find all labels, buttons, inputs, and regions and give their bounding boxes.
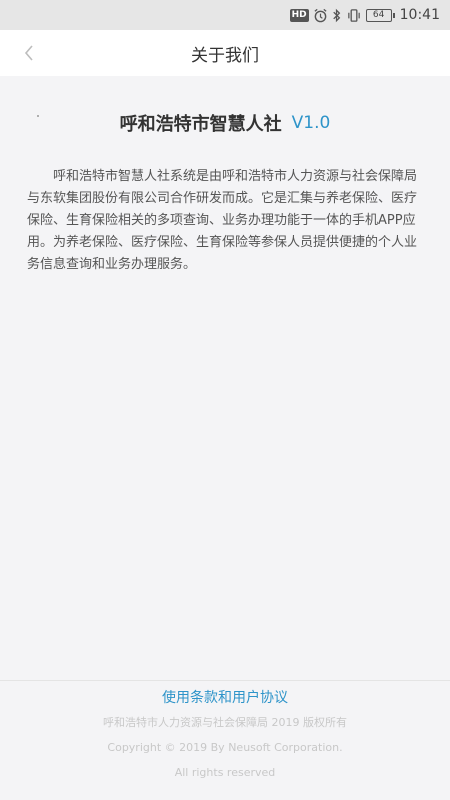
battery-level: 64 [372,9,385,20]
battery-icon: 64 [365,8,395,22]
copyright-cn: 呼和浩特市人力资源与社会保障局 2019 版权所有 [103,716,347,729]
bluetooth-icon [332,8,342,23]
chevron-left-icon [24,45,33,61]
vibrate-icon [346,8,362,23]
page-title: 关于我们 [191,45,259,66]
terms-link[interactable]: 使用条款和用户协议 [0,688,450,708]
copyright-en: Copyright © 2019 By Neusoft Corporation. [107,741,343,754]
back-button[interactable] [14,38,44,68]
alarm-icon [313,8,328,23]
status-bar: HD 64 10:41 [0,0,450,30]
app-description: 呼和浩特市智慧人社系统是由呼和浩特市人力资源与社会保障局与东软集团股份有限公司合… [27,169,418,272]
nav-bar: 关于我们 [0,30,450,76]
footer: 使用条款和用户协议 呼和浩特市人力资源与社会保障局 2019 版权所有 Copy… [0,680,450,800]
hd-icon: HD [289,8,309,22]
status-time: 10:41 [399,7,440,23]
app-header: 呼和浩特市智慧人社 V1.0 [0,108,450,138]
app-name: 呼和浩特市智慧人社 [119,114,282,135]
rights-reserved: All rights reserved [174,766,276,779]
app-version: V1.0 [291,113,331,133]
